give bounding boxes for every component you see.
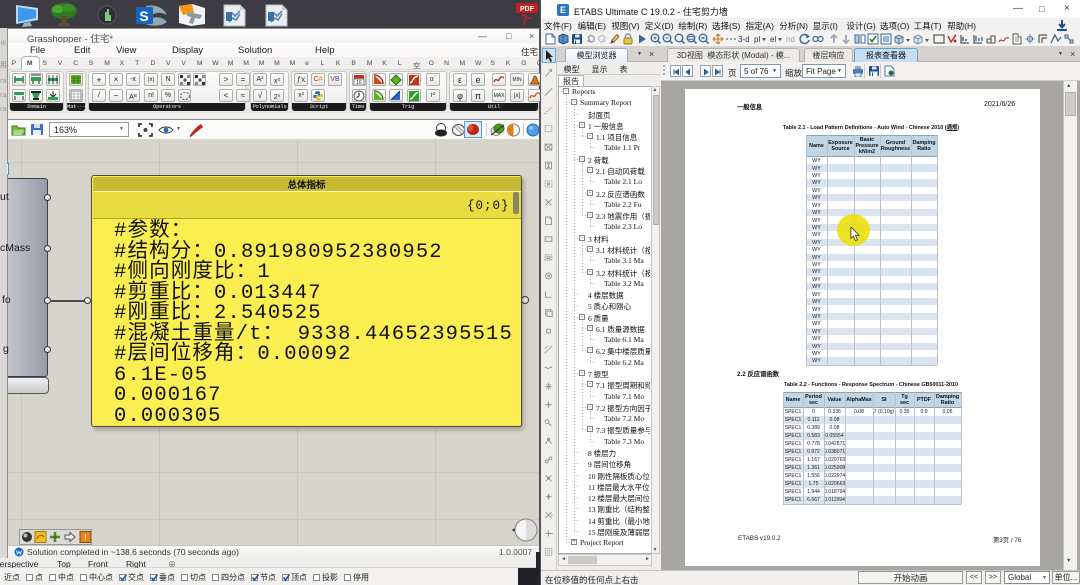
svg-text:el: el <box>770 35 776 44</box>
svg-text:S: S <box>139 8 148 24</box>
svg-text:16: 16 <box>356 80 362 85</box>
svg-text:3-d: 3-d <box>738 35 750 44</box>
svg-text:PDF: PDF <box>520 6 535 13</box>
svg-text:nd: nd <box>786 35 795 44</box>
svg-text:pl: pl <box>754 35 760 44</box>
svg-text:!: ! <box>84 533 87 542</box>
